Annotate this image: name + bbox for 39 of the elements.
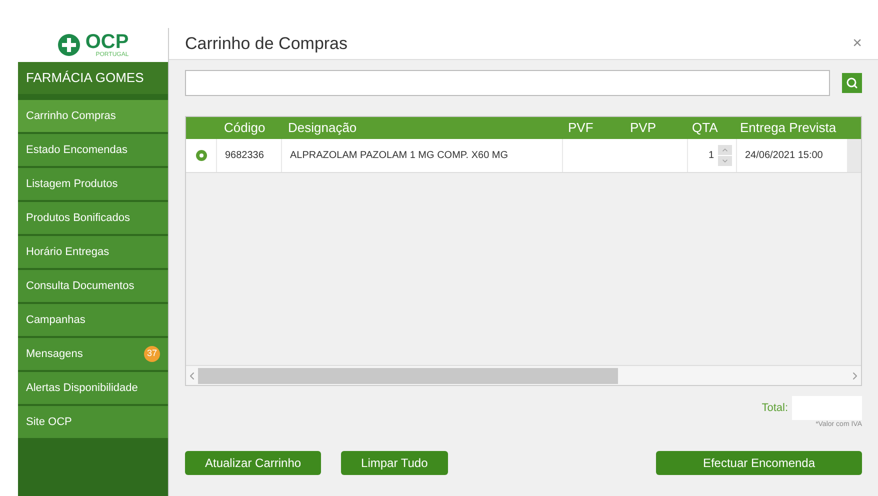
column-header: PVF <box>567 119 594 138</box>
sidebar-item[interactable]: Estado Encomendas <box>18 134 168 166</box>
increase-button[interactable] <box>718 145 732 155</box>
scrollbar-thumb[interactable] <box>198 368 618 384</box>
table-cell: ALPRAZOLAM PAZOLAM 1 MG COMP. X60 MG <box>282 139 562 172</box>
sidebar-item[interactable]: Mensagens 37 <box>18 338 168 370</box>
decrease-button[interactable] <box>718 156 732 166</box>
search-button[interactable] <box>842 73 862 93</box>
sidebar-item[interactable]: Horário Entregas <box>18 236 168 268</box>
sidebar-item[interactable]: Alertas Disponibilidade <box>18 372 168 404</box>
table-cell: 24/06/2021 15:00 <box>737 139 847 172</box>
search-icon <box>846 77 858 89</box>
search-field[interactable] <box>185 70 830 96</box>
column-header: QTA <box>691 119 719 138</box>
column-header: Código <box>223 119 266 138</box>
table-cell: 9682336 <box>217 139 281 172</box>
close-button[interactable]: × <box>852 32 862 56</box>
dialog-title: Carrinho de Compras <box>185 32 348 55</box>
logo-text: OCP <box>85 32 129 52</box>
sidebar-item[interactable]: Listagem Produtos <box>18 168 168 200</box>
sidebar-item[interactable]: Consulta Documentos <box>18 270 168 302</box>
column-header: Designação <box>287 119 358 138</box>
quantity-value: 1 <box>708 149 714 163</box>
action-button[interactable]: Atualizar Carrinho <box>185 450 322 474</box>
message-count-badge: 37 <box>144 346 160 362</box>
column-header: PVP <box>629 119 658 138</box>
up-caret-icon <box>721 146 729 154</box>
down-caret-icon <box>721 157 729 165</box>
sidebar-item[interactable]: Produtos Bonificados <box>18 202 168 234</box>
action-button[interactable]: Limpar Tudo <box>341 450 448 474</box>
sidebar-item[interactable]: Carrinho Compras <box>18 100 168 132</box>
cross-logo-icon <box>57 33 82 57</box>
table-row[interactable]: 9682336 ALPRAZOLAM PAZOLAM 1 MG COMP. X60 MG 1 24/06/2021 15:00 <box>186 139 861 173</box>
sidebar-item[interactable]: Campanhas <box>18 304 168 336</box>
column-header: Entrega Prevista <box>739 119 838 138</box>
sidebar-item[interactable]: Site OCP <box>18 406 168 438</box>
status-dot-icon <box>196 150 206 161</box>
total-label: Total: <box>762 400 788 416</box>
action-button[interactable]: Efectuar Encomenda <box>656 450 862 474</box>
